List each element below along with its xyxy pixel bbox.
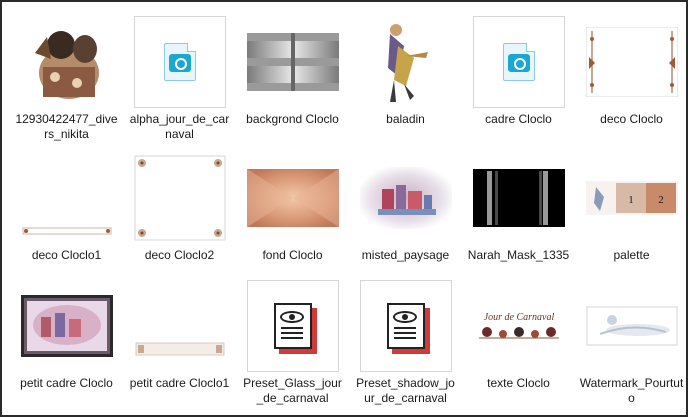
file-label: fond Cloclo (262, 248, 323, 262)
thumbnail-frame (471, 16, 567, 108)
file-item[interactable]: baladin (349, 10, 462, 146)
file-label: palette (613, 248, 650, 262)
file-item[interactable]: Preset_shadow_jour_de_carnaval (349, 274, 462, 406)
file-item[interactable]: deco Cloclo1 (10, 146, 123, 274)
file-item[interactable]: 12930422477_divers_nikita (10, 10, 123, 146)
file-item[interactable]: Jour de Carnaval texte Cloclo (462, 274, 575, 406)
file-label: baladin (386, 112, 425, 126)
swatch-number: 1 (628, 194, 634, 206)
text-thumbnail: Jour de Carnaval (471, 280, 567, 372)
deco-thumbnail (584, 16, 680, 108)
watermark-thumbnail (584, 280, 680, 372)
file-item[interactable]: cadre Cloclo (462, 10, 575, 146)
file-label: 12930422477_divers_nikita (15, 112, 118, 141)
file-label: deco Cloclo2 (144, 248, 215, 262)
portrait-thumbnail (19, 16, 115, 108)
landscape-thumbnail (358, 152, 454, 244)
file-item[interactable]: deco Cloclo2 (123, 146, 236, 274)
frame-thumbnail (19, 280, 115, 372)
figure-thumbnail (358, 16, 454, 108)
psd-file-icon (133, 16, 226, 108)
file-item[interactable]: Preset_Glass_jour_de_carnaval (236, 274, 349, 406)
thumbnail-frame (245, 280, 341, 372)
preset-file-icon (246, 280, 339, 372)
preset-file-icon (359, 280, 452, 372)
file-label: Preset_Glass_jour_de_carnaval (243, 376, 342, 405)
file-item[interactable]: Watermark_Pourtuto (575, 274, 688, 406)
file-label: Preset_shadow_jour_de_carnaval (356, 376, 455, 405)
thumbnail-frame (132, 16, 228, 108)
file-label: petit cadre Cloclo1 (129, 376, 230, 390)
file-item[interactable]: deco Cloclo (575, 10, 688, 146)
art-text: Jour de Carnaval (483, 312, 554, 323)
file-label: backgrond Cloclo (246, 112, 339, 126)
file-label: petit cadre Cloclo (20, 376, 113, 390)
file-label: alpha_jour_de_carnaval (129, 112, 230, 141)
file-label: deco Cloclo1 (31, 248, 102, 262)
deco-thumbnail (132, 152, 228, 244)
file-label: Watermark_Pourtuto (579, 376, 684, 405)
swatch-number: 2 (658, 194, 664, 206)
file-grid: 12930422477_divers_nikita alpha_jour_de_… (10, 10, 688, 406)
file-item[interactable]: backgrond Cloclo (236, 10, 349, 146)
mask-thumbnail (471, 152, 567, 244)
file-item[interactable]: petit cadre Cloclo1 (123, 274, 236, 406)
file-label: cadre Cloclo (485, 112, 552, 126)
file-label: misted_paysage (361, 248, 450, 262)
frame-thumbnail (132, 280, 228, 372)
psd-file-icon (472, 16, 565, 108)
palette-thumbnail: 1 2 (584, 152, 680, 244)
file-label: texte Cloclo (487, 376, 550, 390)
background-thumbnail (245, 152, 341, 244)
file-item[interactable]: misted_paysage (349, 146, 462, 274)
file-item[interactable]: alpha_jour_de_carnaval (123, 10, 236, 146)
file-item[interactable]: Narah_Mask_1335 (462, 146, 575, 274)
file-item[interactable]: petit cadre Cloclo (10, 274, 123, 406)
deco-thumbnail (19, 152, 115, 244)
thumbnail-frame (358, 280, 454, 372)
file-label: Narah_Mask_1335 (467, 248, 570, 262)
file-item[interactable]: fond Cloclo (236, 146, 349, 274)
file-item[interactable]: 1 2 palette (575, 146, 688, 274)
pattern-thumbnail (245, 16, 341, 108)
file-label: deco Cloclo (600, 112, 663, 126)
file-browser-window: 12930422477_divers_nikita alpha_jour_de_… (0, 0, 688, 417)
